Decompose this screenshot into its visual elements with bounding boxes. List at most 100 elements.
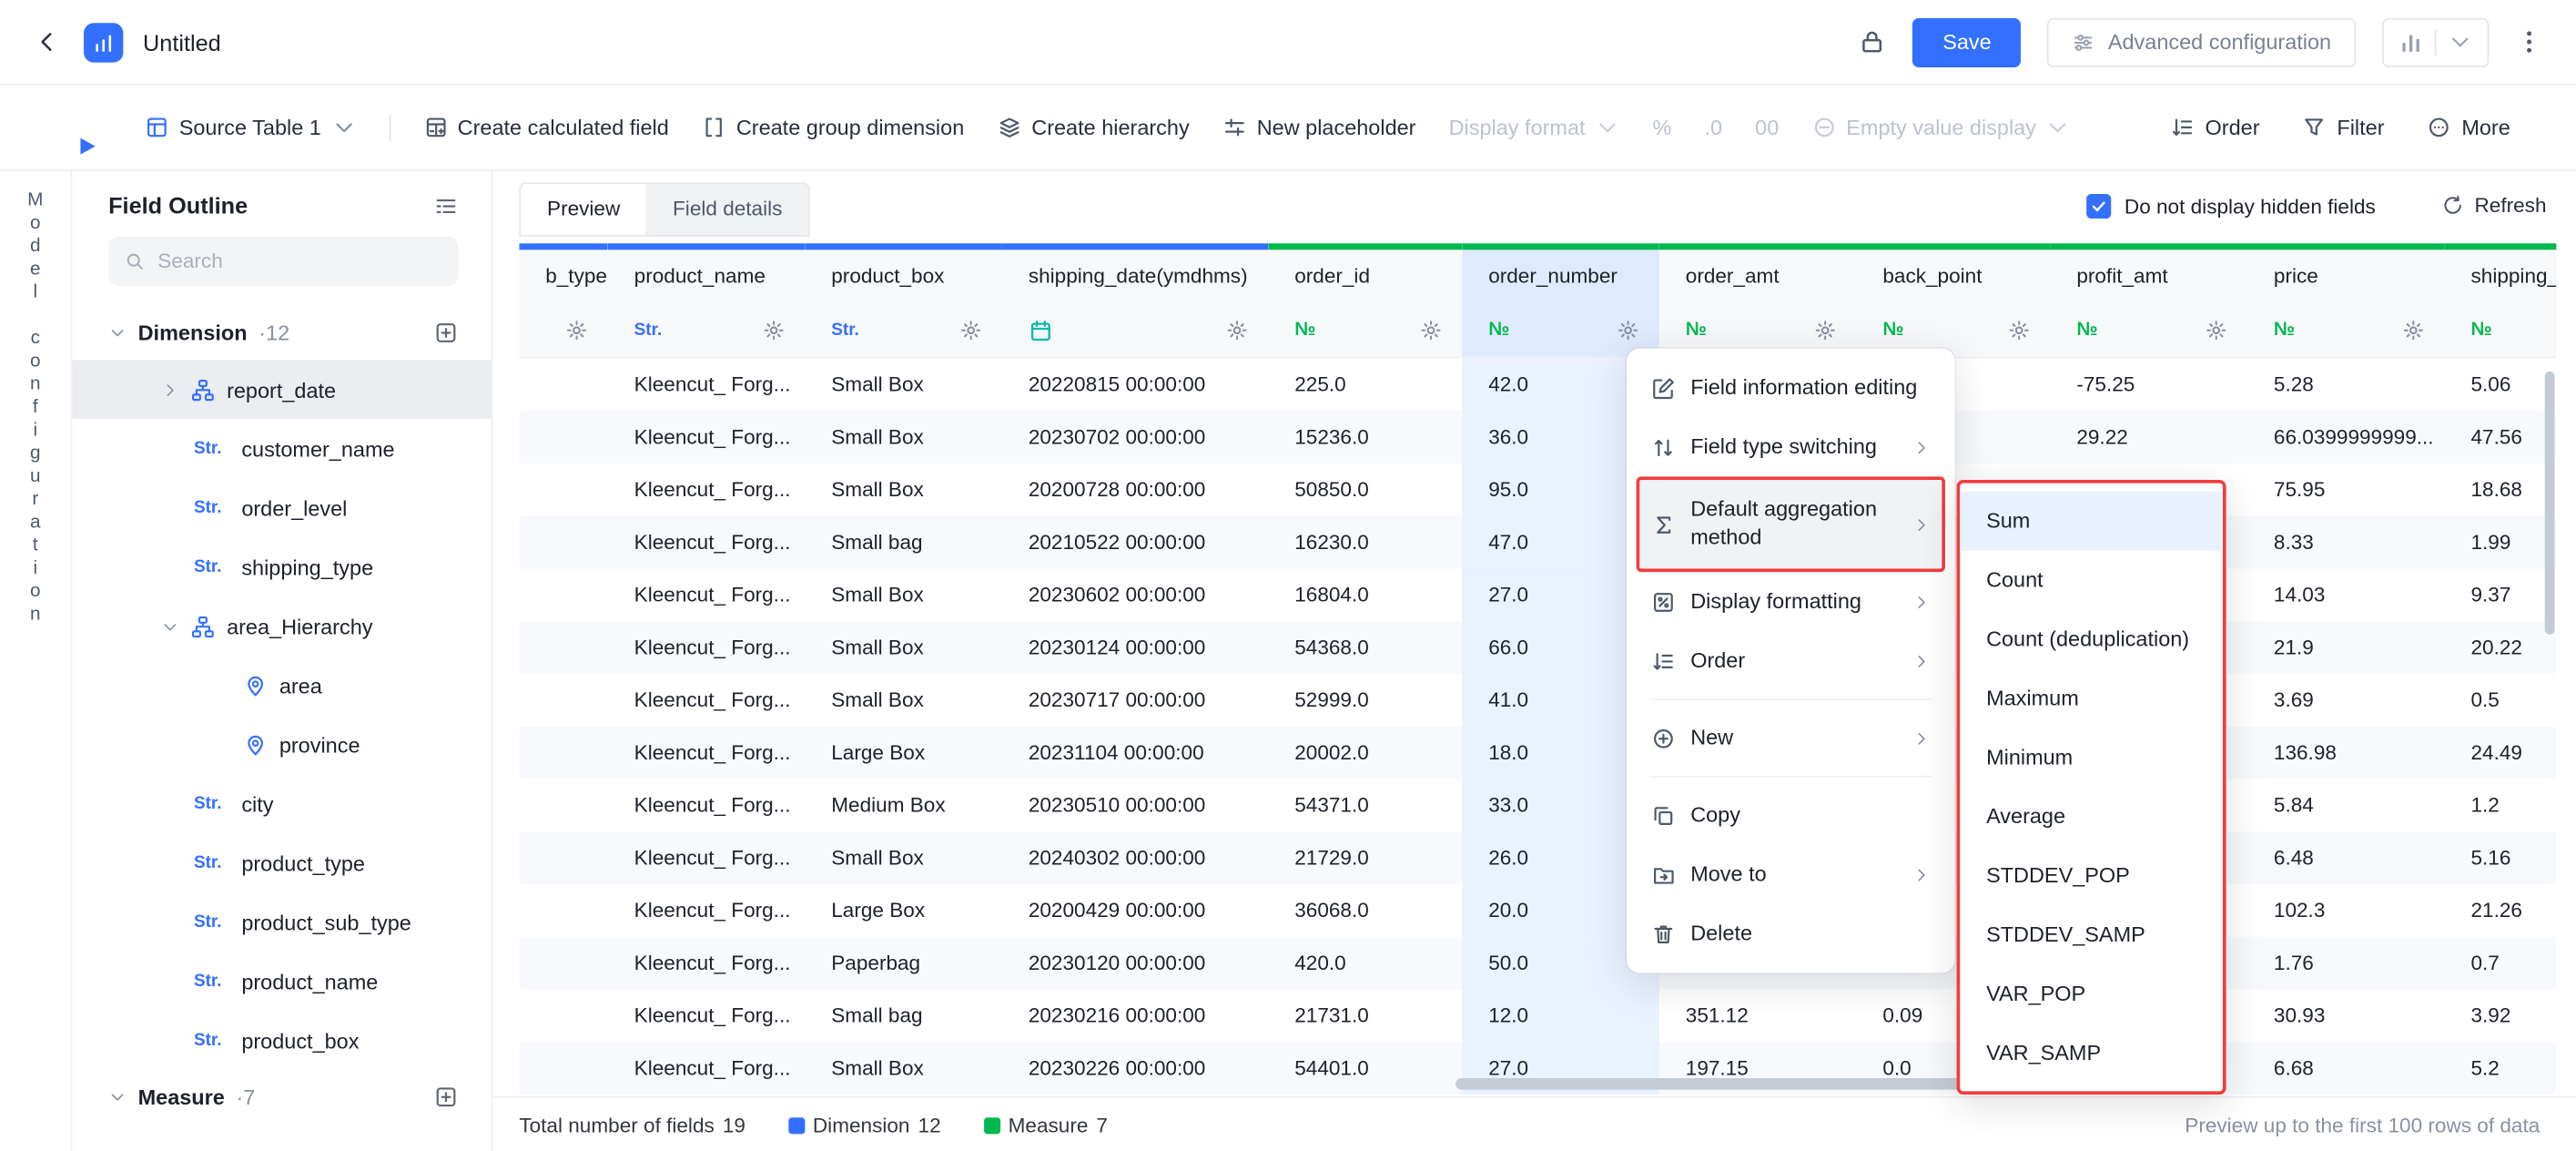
column-header-price[interactable]: price№ [2247, 243, 2445, 357]
aggregation-option-stddev-pop[interactable]: STDDEV_POP [1960, 846, 2223, 905]
menu-item-order[interactable]: Order [1637, 631, 1945, 690]
menu-item-field-information-editing[interactable]: Field information editing [1637, 358, 1945, 417]
chevron-down-icon[interactable] [161, 617, 179, 636]
column-header-order-amt[interactable]: order_amt№ [1659, 243, 1857, 357]
measure-section-header[interactable]: Measure ·7 [72, 1070, 491, 1125]
sidebar-field-customer-name[interactable]: Str.customer_name [72, 419, 491, 478]
gear-icon[interactable] [1225, 319, 1248, 341]
column-header-profit-amt[interactable]: profit_amt№ [2050, 243, 2247, 357]
sidebar-field-product-box[interactable]: Str.product_box [72, 1011, 491, 1070]
empty-value-display-dropdown[interactable]: Empty value display [1811, 115, 2070, 139]
column-header-product-box[interactable]: product_boxStr. [805, 243, 1002, 357]
chevron-down-icon[interactable] [108, 1088, 127, 1106]
filter-button[interactable]: Filter [2302, 115, 2384, 139]
table-cell: Kleencut_ Forg... [608, 884, 806, 937]
gear-icon[interactable] [1419, 319, 1442, 341]
model-configuration-strip[interactable]: Model configuration [0, 171, 72, 1151]
increase-decimal-button[interactable]: 00 [1755, 115, 1779, 139]
menu-item-display-formatting[interactable]: Display formatting [1637, 572, 1945, 631]
table-cell [519, 1042, 607, 1095]
chevron-down-icon[interactable] [108, 324, 127, 342]
hierarchy-icon [997, 115, 1021, 139]
menu-item-default-aggregation-method[interactable]: Default aggregation method [1637, 476, 1945, 572]
sidebar-field-province[interactable]: province [72, 715, 491, 774]
sidebar-field-order-level[interactable]: Str.order_level [72, 478, 491, 537]
add-dimension-icon[interactable] [433, 321, 458, 345]
create-calculated-field-button[interactable]: Create calculated field [423, 115, 669, 139]
advanced-configuration-button[interactable]: Advanced configuration [2047, 17, 2356, 66]
dimension-section-header[interactable]: Dimension ·12 [72, 306, 491, 361]
table-cell: Medium Box [805, 779, 1002, 831]
source-table-selector[interactable]: Source Table 1 [145, 115, 356, 139]
order-button[interactable]: Order [2171, 115, 2260, 139]
column-header-shipping-date-ymdhms[interactable]: shipping_date(ymdhms) [1002, 243, 1268, 357]
menu-item-move-to[interactable]: Move to [1637, 845, 1945, 904]
gear-icon[interactable] [2402, 319, 2425, 341]
sidebar-field-product-sub-type[interactable]: Str.product_sub_type [72, 892, 491, 952]
sidebar-field-city[interactable]: Str.city [72, 774, 491, 833]
aggregation-option-minimum[interactable]: Minimum [1960, 728, 2223, 788]
column-header-product-name[interactable]: product_nameStr. [608, 243, 806, 357]
sidebar-field-product-type[interactable]: Str.product_type [72, 833, 491, 892]
percent-format-button[interactable]: % [1653, 115, 1672, 139]
decrease-decimal-button[interactable]: .0 [1705, 115, 1723, 139]
column-header-shipping-c[interactable]: shipping_c№ [2445, 243, 2557, 357]
sidebar-field-report-date[interactable]: report_date [72, 360, 491, 419]
column-type-bar [1268, 243, 1462, 250]
aggregation-option-sum[interactable]: Sum [1960, 492, 2223, 551]
hidden-f-toggle[interactable]: Do not display hidden fields [2086, 194, 2375, 219]
aggregation-option-var-samp[interactable]: VAR_SAMP [1960, 1024, 2223, 1083]
aggregation-option-stddev-samp[interactable]: STDDEV_SAMP [1960, 905, 2223, 964]
table-cell: 136.98 [2247, 727, 2445, 779]
gear-icon[interactable] [1617, 319, 1639, 341]
sidebar-field-area[interactable]: area [72, 656, 491, 715]
expand-panel-arrow[interactable] [80, 138, 95, 155]
column-header-order-number[interactable]: order_number№ [1462, 243, 1659, 357]
display-format-dropdown[interactable]: Display format [1449, 115, 1620, 139]
chart-view-button[interactable] [2382, 17, 2489, 66]
column-header-back-point[interactable]: back_point№ [1856, 243, 2050, 357]
search-input[interactable] [157, 250, 443, 272]
table-cell: 24.49 [2445, 727, 2557, 779]
sidebar-field-area-hierarchy[interactable]: area_Hierarchy [72, 596, 491, 656]
menu-item-delete[interactable]: Delete [1637, 904, 1945, 963]
sidebar-field-product-name[interactable]: Str.product_name [72, 952, 491, 1011]
sidebar-field-shipping-type[interactable]: Str.shipping_type [72, 537, 491, 596]
gear-icon[interactable] [2008, 319, 2031, 341]
aggregation-option-count[interactable]: Count [1960, 551, 2223, 610]
create-hierarchy-button[interactable]: Create hierarchy [997, 115, 1189, 139]
gear-icon[interactable] [1814, 319, 1837, 341]
menu-item-label: Field information editing [1690, 374, 1931, 402]
column-header-b-type[interactable]: b_type [519, 243, 607, 357]
gear-icon[interactable] [565, 319, 588, 341]
create-group-dimension-button[interactable]: Create group dimension [702, 115, 964, 139]
gear-icon[interactable] [2205, 319, 2227, 341]
refresh-button[interactable]: Refresh [2441, 194, 2546, 217]
aggregation-option-var-pop[interactable]: VAR_POP [1960, 964, 2223, 1024]
table-cell: 20230226 00:00:00 [1002, 1042, 1268, 1095]
aggregation-option-average[interactable]: Average [1960, 788, 2223, 847]
chevron-right-icon[interactable] [161, 381, 179, 399]
more-menu-icon[interactable] [2515, 28, 2543, 56]
gear-icon[interactable] [959, 319, 982, 341]
hidden-fields-checkbox[interactable] [2086, 194, 2111, 219]
menu-item-field-type-switching[interactable]: Field type switching [1637, 417, 1945, 476]
save-button[interactable]: Save [1913, 17, 2021, 66]
menu-item-new[interactable]: New [1637, 708, 1945, 768]
tab-preview[interactable]: Preview [521, 184, 646, 235]
column-header-order-id[interactable]: order_id№ [1268, 243, 1462, 357]
new-placeholder-button[interactable]: New placeholder [1222, 115, 1416, 139]
add-measure-icon[interactable] [433, 1085, 458, 1109]
outline-icon[interactable] [433, 193, 458, 218]
more-button[interactable]: More [2427, 115, 2510, 139]
back-button[interactable] [33, 28, 61, 56]
vertical-scrollbar[interactable] [2545, 372, 2555, 635]
column-header-icons: Str. [608, 316, 806, 345]
tab-field-details[interactable]: Field details [646, 184, 808, 235]
aggregation-option-maximum[interactable]: Maximum [1960, 669, 2223, 728]
search-box[interactable] [108, 237, 458, 286]
lock-icon[interactable] [1859, 28, 1887, 56]
menu-item-copy[interactable]: Copy [1637, 786, 1945, 845]
aggregation-option-count-deduplication[interactable]: Count (deduplication) [1960, 610, 2223, 669]
gear-icon[interactable] [762, 319, 785, 341]
